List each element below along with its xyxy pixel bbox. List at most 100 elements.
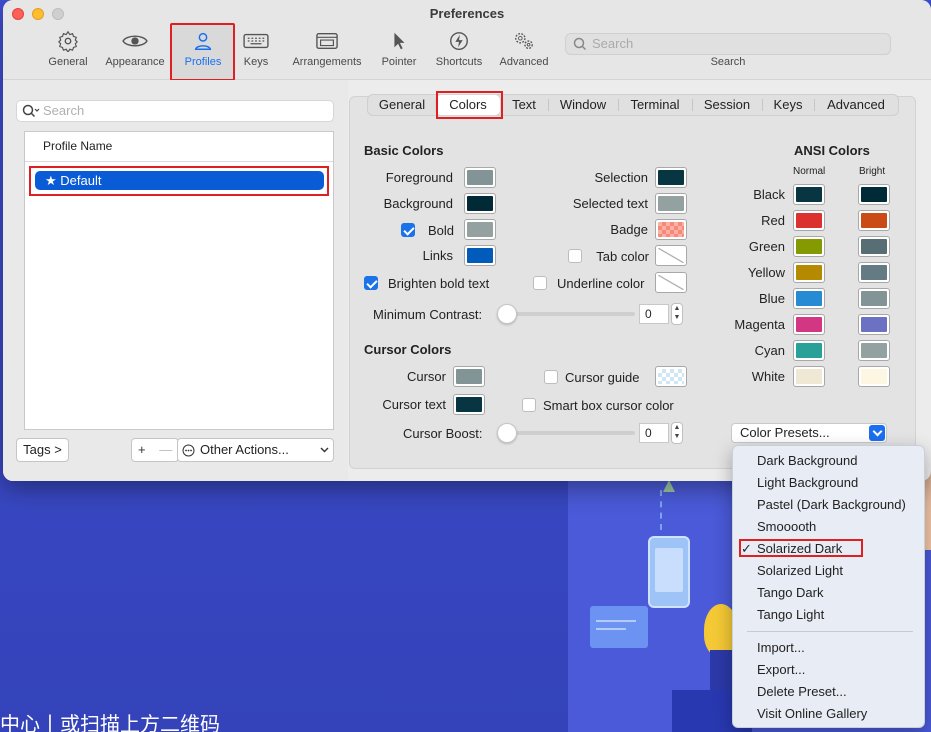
cursor-text-color-well[interactable] xyxy=(453,394,485,415)
tab-advanced[interactable]: Advanced xyxy=(814,95,898,115)
min-contrast-stepper[interactable]: ▲ ▼ xyxy=(671,303,683,325)
ansi-black-normal-well[interactable] xyxy=(793,184,825,205)
cursor-guide-color-well[interactable] xyxy=(655,366,687,387)
tab-color-checkbox[interactable] xyxy=(568,249,582,263)
ansi-green-normal-well[interactable] xyxy=(793,236,825,257)
preset-light-background[interactable]: Light Background xyxy=(757,475,858,490)
import-preset-item[interactable]: Import... xyxy=(757,640,805,655)
preset-tango-light[interactable]: Tango Light xyxy=(757,607,824,622)
profile-row-default[interactable]: ★ Default xyxy=(35,171,324,190)
ansi-red-normal-well[interactable] xyxy=(793,210,825,231)
cursor-text-label: Cursor text xyxy=(382,397,446,412)
ansi-cyan-normal-well[interactable] xyxy=(793,340,825,361)
profile-table: Profile Name ★ Default xyxy=(24,131,334,430)
underline-color-checkbox[interactable] xyxy=(533,276,547,290)
color-presets-popup[interactable]: Color Presets... xyxy=(731,423,887,443)
links-label: Links xyxy=(422,248,453,263)
ansi-black-bright-well[interactable] xyxy=(858,184,890,205)
toolbar-profiles[interactable]: Profiles xyxy=(175,30,231,68)
toolbar-appearance[interactable]: Appearance xyxy=(100,30,170,68)
toolbar: Preferences General Appearance Profiles … xyxy=(3,0,931,81)
preset-dark-background[interactable]: Dark Background xyxy=(757,453,857,468)
cursor-boost-slider[interactable] xyxy=(497,431,635,435)
toolbar-arrangements[interactable]: Arrangements xyxy=(288,30,366,68)
tab-general[interactable]: General xyxy=(368,95,436,115)
cursor-boost-knob[interactable] xyxy=(497,423,517,443)
basic-colors-heading: Basic Colors xyxy=(364,143,444,158)
preset-smooooth[interactable]: Smooooth xyxy=(757,519,816,534)
bold-color-well[interactable] xyxy=(464,219,496,240)
ansi-yellow-bright-well[interactable] xyxy=(858,262,890,283)
ansi-blue-normal-well[interactable] xyxy=(793,288,825,309)
toolbar-general[interactable]: General xyxy=(46,30,90,68)
background-caption: 中心丨或扫描上方二维码 xyxy=(0,714,220,732)
ansi-yellow-normal-well[interactable] xyxy=(793,262,825,283)
min-contrast-knob[interactable] xyxy=(497,304,517,324)
ansi-yellow-label: Yellow xyxy=(747,265,785,280)
ansi-white-label: White xyxy=(751,369,785,384)
badge-color-well[interactable] xyxy=(655,219,687,240)
toolbar-shortcuts[interactable]: Shortcuts xyxy=(432,30,486,68)
tab-keys[interactable]: Keys xyxy=(762,95,814,115)
preset-solarized-light[interactable]: Solarized Light xyxy=(757,563,843,578)
min-contrast-field[interactable]: 0 xyxy=(639,304,669,324)
selection-color-well[interactable] xyxy=(655,167,687,188)
visit-gallery-item[interactable]: Visit Online Gallery xyxy=(757,706,867,721)
background-color-well[interactable] xyxy=(464,193,496,214)
menu-separator xyxy=(747,631,913,632)
cursor-color-well[interactable] xyxy=(453,366,485,387)
illustration-dash xyxy=(660,490,662,530)
tags-button[interactable]: Tags > xyxy=(16,438,69,462)
ansi-black-label: Black xyxy=(753,187,785,202)
export-preset-item[interactable]: Export... xyxy=(757,662,805,677)
column-header[interactable]: Profile Name xyxy=(25,132,333,162)
brighten-bold-checkbox[interactable] xyxy=(364,276,378,290)
profile-search-input[interactable]: Search xyxy=(16,100,334,122)
bold-checkbox[interactable] xyxy=(401,223,415,237)
ansi-green-bright-well[interactable] xyxy=(858,236,890,257)
chevron-down-icon xyxy=(869,425,885,441)
other-actions-label: Other Actions... xyxy=(200,442,289,457)
selected-text-color-well[interactable] xyxy=(655,193,687,214)
ansi-white-bright-well[interactable] xyxy=(858,366,890,387)
preset-tango-dark[interactable]: Tango Dark xyxy=(757,585,823,600)
cursor-colors-heading: Cursor Colors xyxy=(364,342,452,357)
toolbar-advanced[interactable]: Advanced xyxy=(496,30,552,68)
toolbar-label: General xyxy=(48,56,88,68)
tab-terminal[interactable]: Terminal xyxy=(618,95,692,115)
other-actions-button[interactable]: Other Actions... xyxy=(177,438,334,462)
ansi-white-normal-well[interactable] xyxy=(793,366,825,387)
illustration-pot xyxy=(710,650,734,690)
add-profile-button[interactable]: + xyxy=(138,442,146,457)
gears-icon xyxy=(515,32,533,50)
preset-pastel-dark[interactable]: Pastel (Dark Background) xyxy=(757,497,906,512)
min-contrast-slider[interactable] xyxy=(497,312,635,316)
tab-window[interactable]: Window xyxy=(548,95,618,115)
ansi-magenta-bright-well[interactable] xyxy=(858,314,890,335)
cursor-boost-field[interactable]: 0 xyxy=(639,423,669,443)
window-title: Preferences xyxy=(429,6,505,21)
tab-text[interactable]: Text xyxy=(500,95,548,115)
ansi-blue-bright-well[interactable] xyxy=(858,288,890,309)
cursor-guide-checkbox[interactable] xyxy=(544,370,558,384)
ansi-magenta-normal-well[interactable] xyxy=(793,314,825,335)
ansi-cyan-bright-well[interactable] xyxy=(858,340,890,361)
ansi-red-bright-well[interactable] xyxy=(858,210,890,231)
tab-color-well[interactable] xyxy=(655,245,687,266)
cursor-boost-stepper[interactable]: ▲ ▼ xyxy=(671,422,683,444)
smart-box-label: Smart box cursor color xyxy=(543,398,674,413)
foreground-color-well[interactable] xyxy=(464,167,496,188)
illustration-arrow xyxy=(663,480,675,492)
underline-color-well[interactable] xyxy=(655,272,687,293)
remove-profile-button[interactable]: — xyxy=(159,442,172,457)
smart-box-checkbox[interactable] xyxy=(522,398,536,412)
links-color-well[interactable] xyxy=(464,245,496,266)
delete-preset-item[interactable]: Delete Preset... xyxy=(757,684,847,699)
illustration-bubble xyxy=(590,606,648,648)
toolbar-pointer[interactable]: Pointer xyxy=(378,30,420,68)
tab-session[interactable]: Session xyxy=(692,95,762,115)
toolbar-keys[interactable]: Keys xyxy=(239,30,273,68)
search-placeholder: Search xyxy=(43,103,85,118)
toolbar-search-input[interactable]: Search xyxy=(565,33,891,55)
toolbar-label: Advanced xyxy=(499,56,549,68)
